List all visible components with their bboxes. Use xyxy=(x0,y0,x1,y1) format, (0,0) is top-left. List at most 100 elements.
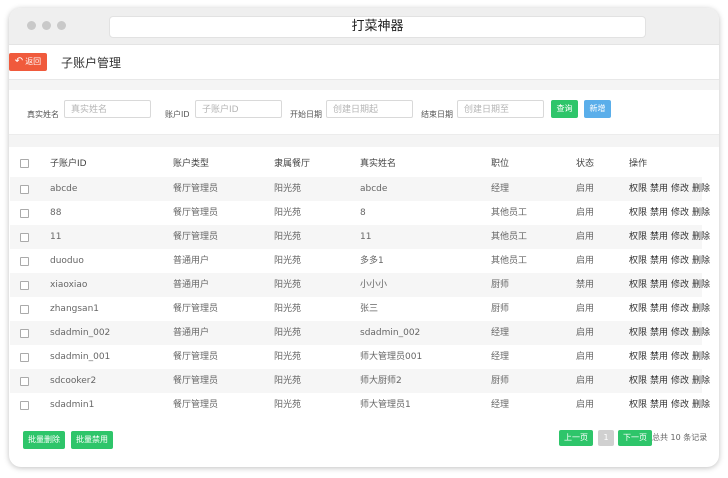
cell-restaurant: 阳光苑 xyxy=(274,184,302,194)
edit-link[interactable]: 修改 xyxy=(671,328,689,338)
disable-link[interactable]: 禁用 xyxy=(650,352,668,362)
cell-account-type: 餐厅管理员 xyxy=(173,184,219,194)
prev-page-button[interactable]: 上一页 xyxy=(559,430,593,446)
cell-restaurant: 阳光苑 xyxy=(274,232,302,242)
permissions-link[interactable]: 权限 xyxy=(629,304,647,314)
cell-real-name: abcde xyxy=(360,184,388,194)
edit-link[interactable]: 修改 xyxy=(671,352,689,362)
row-checkbox[interactable] xyxy=(20,185,29,194)
delete-link[interactable]: 删除 xyxy=(692,232,710,242)
delete-link[interactable]: 删除 xyxy=(692,400,710,410)
title-bar: 打菜神器 xyxy=(9,8,719,45)
cell-account-type: 餐厅管理员 xyxy=(173,232,219,242)
cell-status: 启用 xyxy=(576,184,595,194)
table-row: xiaoxiao 普通用户 阳光苑 小小小 厨师 禁用 权限 禁用 修改 删除 xyxy=(10,273,710,297)
window-controls xyxy=(27,21,66,30)
edit-link[interactable]: 修改 xyxy=(671,376,689,386)
permissions-link[interactable]: 权限 xyxy=(629,256,647,266)
row-checkbox[interactable] xyxy=(20,233,29,242)
row-checkbox[interactable] xyxy=(20,209,29,218)
edit-link[interactable]: 修改 xyxy=(671,304,689,314)
delete-link[interactable]: 删除 xyxy=(692,184,710,194)
disable-link[interactable]: 禁用 xyxy=(650,376,668,386)
cell-real-name: sdadmin_002 xyxy=(360,328,421,338)
table-row: 88 餐厅管理员 阳光苑 8 其他员工 启用 权限 禁用 修改 删除 xyxy=(10,201,710,225)
row-checkbox[interactable] xyxy=(20,329,29,338)
delete-link[interactable]: 删除 xyxy=(692,376,710,386)
row-checkbox[interactable] xyxy=(20,305,29,314)
permissions-link[interactable]: 权限 xyxy=(629,208,647,218)
disable-link[interactable]: 禁用 xyxy=(650,184,668,194)
edit-link[interactable]: 修改 xyxy=(671,280,689,290)
batch-disable-button[interactable]: 批量禁用 xyxy=(71,431,113,449)
cell-status: 启用 xyxy=(576,376,595,386)
delete-link[interactable]: 删除 xyxy=(692,208,710,218)
delete-link[interactable]: 删除 xyxy=(692,328,710,338)
permissions-link[interactable]: 权限 xyxy=(629,328,647,338)
delete-link[interactable]: 删除 xyxy=(692,280,710,290)
disable-link[interactable]: 禁用 xyxy=(650,232,668,242)
cell-status: 启用 xyxy=(576,352,595,362)
row-checkbox[interactable] xyxy=(20,257,29,266)
disable-link[interactable]: 禁用 xyxy=(650,280,668,290)
cell-status: 启用 xyxy=(576,232,595,242)
start-date-input[interactable]: 创建日期起 xyxy=(326,100,413,118)
cell-position: 经理 xyxy=(491,328,510,338)
maximize-dot[interactable] xyxy=(57,21,66,30)
row-checkbox[interactable] xyxy=(20,377,29,386)
cell-status: 启用 xyxy=(576,328,595,338)
cell-account-type: 餐厅管理员 xyxy=(173,304,219,314)
minimize-dot[interactable] xyxy=(42,21,51,30)
col-account-id: 子账户ID xyxy=(50,159,87,169)
next-page-button[interactable]: 下一页 xyxy=(618,430,652,446)
permissions-link[interactable]: 权限 xyxy=(629,400,647,410)
close-dot[interactable] xyxy=(27,21,36,30)
edit-link[interactable]: 修改 xyxy=(671,400,689,410)
batch-delete-button[interactable]: 批量删除 xyxy=(23,431,65,449)
table-row: sdadmin_002 普通用户 阳光苑 sdadmin_002 经理 启用 权限 禁用 修改删… xyxy=(10,321,710,345)
table-row: duoduo 普通用户 阳光苑 多多1 其他员工 启用 权限 禁用 修改 删除 xyxy=(10,249,710,273)
disable-link[interactable]: 禁用 xyxy=(650,256,668,266)
permissions-link[interactable]: 权限 xyxy=(629,232,647,242)
col-position: 职位 xyxy=(491,159,510,169)
cell-account-id: sdadmin1 xyxy=(50,400,95,410)
row-checkbox[interactable] xyxy=(20,401,29,410)
permissions-link[interactable]: 权限 xyxy=(629,352,647,362)
row-actions: 权限 禁用 修改 删除 xyxy=(629,273,713,297)
filter-bar: 真实姓名 真实姓名 账户ID 子账户ID 开始日期 创建日期起 结束日期 创建日… xyxy=(9,90,719,135)
col-actions: 操作 xyxy=(629,159,648,169)
edit-link[interactable]: 修改 xyxy=(671,208,689,218)
row-checkbox[interactable] xyxy=(20,281,29,290)
edit-link[interactable]: 修改 xyxy=(671,232,689,242)
realname-input[interactable]: 真实姓名 xyxy=(64,100,151,118)
account-id-input[interactable]: 子账户ID xyxy=(195,100,282,118)
cell-account-type: 普通用户 xyxy=(173,256,210,266)
cell-restaurant: 阳光苑 xyxy=(274,280,302,290)
query-button[interactable]: 查询 xyxy=(551,100,578,118)
window-title: 打菜神器 xyxy=(109,16,646,38)
end-date-input[interactable]: 创建日期至 xyxy=(457,100,544,118)
row-checkbox[interactable] xyxy=(20,353,29,362)
divider xyxy=(9,135,719,147)
permissions-link[interactable]: 权限 xyxy=(629,376,647,386)
cell-real-name: 11 xyxy=(360,232,372,242)
disable-link[interactable]: 禁用 xyxy=(650,208,668,218)
divider xyxy=(9,80,719,90)
disable-link[interactable]: 禁用 xyxy=(650,304,668,314)
cell-account-id: 11 xyxy=(50,232,62,242)
select-all-checkbox[interactable] xyxy=(20,159,29,168)
table-row: zhangsan1 餐厅管理员 阳光苑 张三 厨师 启用 权限 禁用 修改 删除 xyxy=(10,297,710,321)
delete-link[interactable]: 删除 xyxy=(692,352,710,362)
edit-link[interactable]: 修改 xyxy=(671,184,689,194)
add-button[interactable]: 新增 xyxy=(584,100,611,118)
back-button[interactable]: ↶ 返回 xyxy=(9,53,47,71)
delete-link[interactable]: 删除 xyxy=(692,256,710,266)
page-number-button[interactable]: 1 xyxy=(598,430,614,446)
delete-link[interactable]: 删除 xyxy=(692,304,710,314)
disable-link[interactable]: 禁用 xyxy=(650,400,668,410)
cell-account-id: 88 xyxy=(50,208,62,218)
disable-link[interactable]: 禁用 xyxy=(650,328,668,338)
permissions-link[interactable]: 权限 xyxy=(629,184,647,194)
permissions-link[interactable]: 权限 xyxy=(629,280,647,290)
edit-link[interactable]: 修改 xyxy=(671,256,689,266)
